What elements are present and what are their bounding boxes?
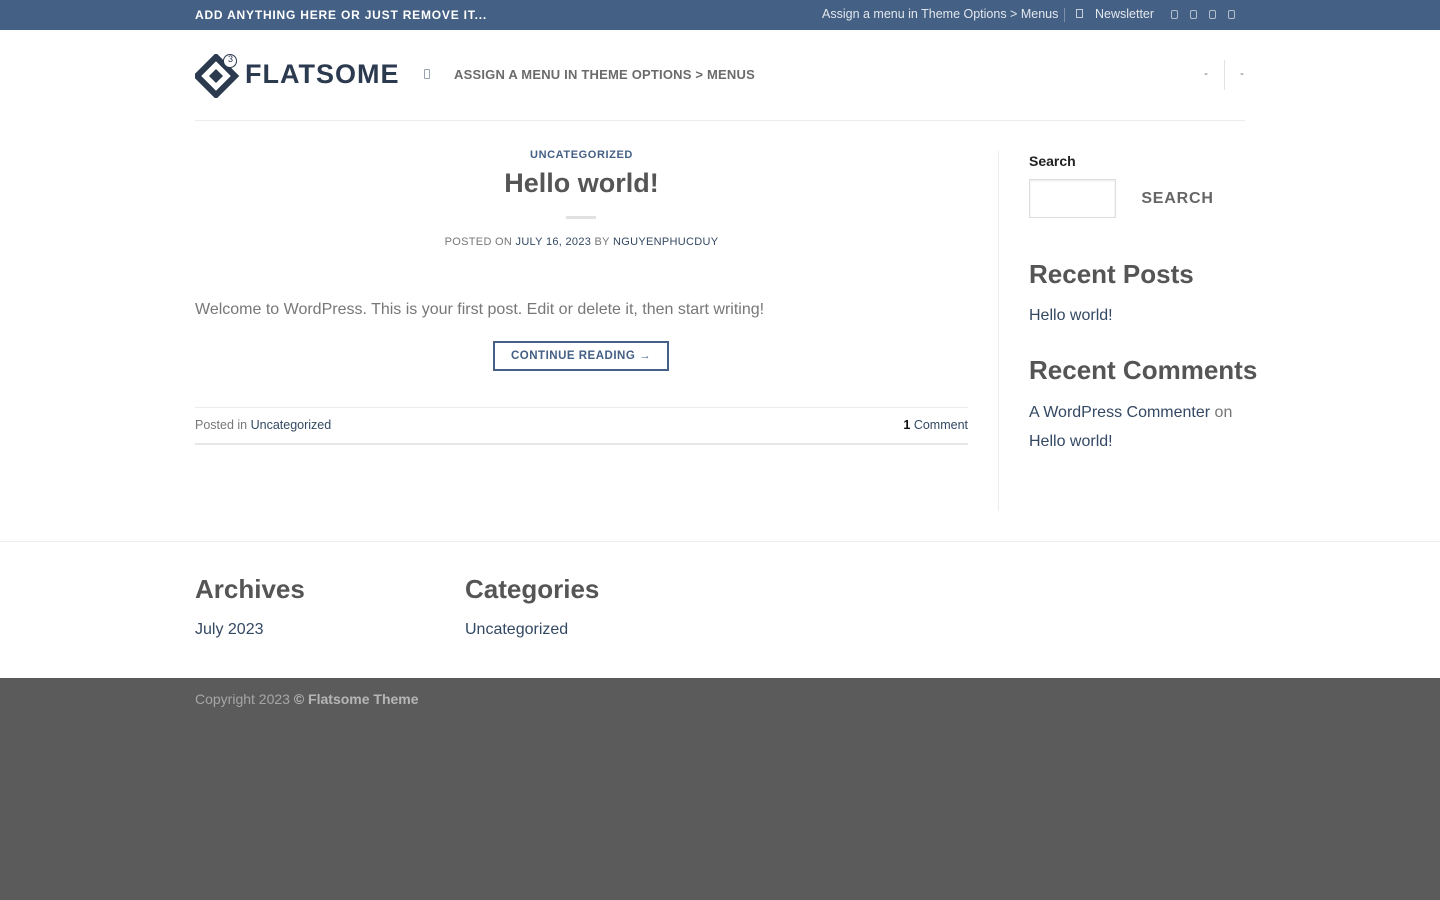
copyright-text: Copyright 2023 <box>195 691 290 707</box>
instagram-icon[interactable] <box>1190 10 1197 19</box>
search-label: Search <box>1029 153 1076 169</box>
topbar-announcement: ADD ANYTHING HERE OR JUST REMOVE IT... <box>195 8 487 22</box>
post-title[interactable]: Hello world! <box>195 168 968 199</box>
post-date-link[interactable]: JULY 16, 2023 <box>516 236 592 248</box>
recent-post-link[interactable]: Hello world! <box>1029 307 1113 325</box>
sidebar-border <box>998 151 999 511</box>
copyright-brand: © Flatsome Theme <box>293 691 419 707</box>
continue-reading-button[interactable]: CONTINUE READING → <box>493 341 669 371</box>
meta-by: BY <box>594 236 610 248</box>
facebook-icon[interactable] <box>1171 10 1178 19</box>
header-account-link[interactable]: - <box>1204 66 1208 80</box>
comments-count: 1 <box>903 418 911 432</box>
comments-label: Comment <box>913 418 968 432</box>
post-meta: POSTED ON JULY 16, 2023 BY NGUYENPHUCDUY <box>195 236 968 248</box>
post-excerpt: Welcome to WordPress. This is your first… <box>195 301 765 318</box>
categories-heading: Categories <box>465 574 600 604</box>
topbar-divider <box>1064 8 1065 22</box>
post-author-link[interactable]: NGUYENPHUCDUY <box>613 236 718 248</box>
header-cart-link[interactable]: - <box>1240 66 1244 80</box>
newsletter-link[interactable]: Newsletter <box>1095 7 1154 21</box>
category-link[interactable]: Uncategorized <box>465 621 568 639</box>
logo-text[interactable]: FLATSOME <box>245 59 399 90</box>
recent-comment-item: A WordPress Commenter on <box>1029 404 1232 422</box>
twitter-icon[interactable] <box>1209 10 1216 19</box>
meta-posted-on: POSTED ON <box>444 236 513 248</box>
copyright: Copyright 2023 © Flatsome Theme <box>195 691 419 707</box>
envelope-icon[interactable] <box>1076 9 1083 18</box>
posted-in-label: Posted in <box>195 418 248 432</box>
top-bar: ADD ANYTHING HERE OR JUST REMOVE IT... A… <box>0 0 1440 30</box>
search-button[interactable]: SEARCH <box>1135 179 1220 218</box>
comment-author-link[interactable]: A WordPress Commenter <box>1029 404 1210 421</box>
archives-heading: Archives <box>195 574 305 604</box>
header-bottom-border <box>195 120 1245 121</box>
recent-comments-heading: Recent Comments <box>1029 355 1258 385</box>
post-footer-bottom-border <box>195 443 968 445</box>
post-footer-top-border <box>195 407 968 408</box>
comments-link[interactable]: 1 Comment <box>868 418 968 432</box>
recent-posts-heading: Recent Posts <box>1029 259 1194 289</box>
title-divider <box>566 216 596 219</box>
comment-on-text: on <box>1214 404 1233 421</box>
footer-top-border <box>0 541 1440 542</box>
search-input[interactable] <box>1029 179 1116 218</box>
posted-in-category-link[interactable]: Uncategorized <box>251 418 332 432</box>
comment-post-link[interactable]: Hello world! <box>1029 433 1113 451</box>
email-icon[interactable] <box>1228 10 1235 19</box>
logo-badge: 3 <box>227 54 233 64</box>
archive-link[interactable]: July 2023 <box>195 621 264 639</box>
posted-in: Posted in Uncategorized <box>195 418 331 432</box>
nav-mobile-icon[interactable] <box>424 69 430 79</box>
topbar-menu-link[interactable]: Assign a menu in Theme Options > Menus <box>822 7 1058 21</box>
post-category-link[interactable]: UNCATEGORIZED <box>195 149 968 161</box>
main-nav-link[interactable]: ASSIGN A MENU IN THEME OPTIONS > MENUS <box>454 67 755 82</box>
header-divider <box>1224 60 1225 90</box>
